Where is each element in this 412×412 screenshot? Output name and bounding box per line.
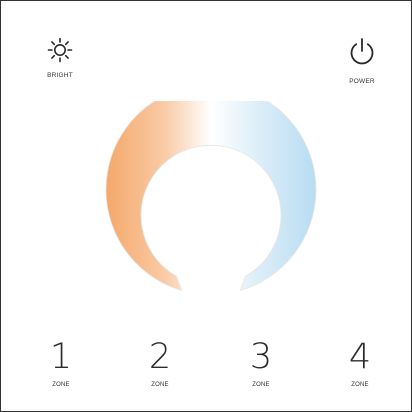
sun-icon — [47, 37, 73, 63]
zone-2-label: ZONE — [151, 382, 169, 388]
zone-1-number: 1 — [49, 337, 73, 377]
power-icon — [350, 38, 374, 65]
zone-4-label: ZONE — [351, 382, 369, 388]
zone-1-button[interactable]: 1 ZONE — [36, 339, 86, 388]
zone-2-button[interactable]: 2 ZONE — [135, 339, 185, 388]
power-button[interactable]: POWER — [330, 37, 394, 101]
zone-4-number: 4 — [348, 337, 372, 377]
zone-3-button[interactable]: 3 ZONE — [236, 339, 286, 388]
zone-4-button[interactable]: 4 ZONE — [335, 339, 385, 388]
zone-2-number: 2 — [148, 337, 172, 377]
bright-button[interactable]: BRIGHT — [28, 37, 92, 101]
color-temperature-ring[interactable] — [101, 84, 321, 313]
zone-3-number: 3 — [249, 337, 273, 377]
zone-1-label: ZONE — [52, 382, 70, 388]
zone-3-label: ZONE — [252, 382, 270, 388]
color-ring-arc[interactable] — [105, 84, 317, 291]
control-panel: BRIGHT POWER 1 ZONE 2 ZONE 3 ZONE 4 ZONE — [0, 0, 412, 412]
power-label: POWER — [349, 78, 375, 85]
bright-label: BRIGHT — [47, 72, 73, 79]
